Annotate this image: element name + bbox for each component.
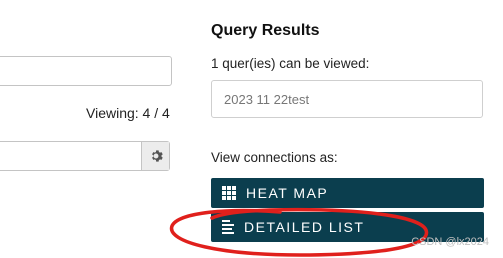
connection-selector[interactable] xyxy=(0,141,170,171)
grid-icon xyxy=(222,186,236,200)
heat-map-button[interactable]: HEAT MAP xyxy=(211,178,484,208)
heat-map-button-label: HEAT MAP xyxy=(246,185,329,201)
view-connections-label: View connections as: xyxy=(211,150,338,165)
page-root: Viewing: 4 / 4 Query Results 1 quer(ies)… xyxy=(0,0,503,258)
query-result-label: 2023 11 22test xyxy=(224,91,310,107)
filter-input[interactable] xyxy=(0,56,172,86)
query-result-item[interactable]: 2023 11 22test xyxy=(211,80,483,118)
viewing-count: Viewing: 4 / 4 xyxy=(86,105,170,121)
gear-icon xyxy=(151,150,163,162)
query-results-title: Query Results xyxy=(211,22,320,39)
detailed-list-button-label: DETAILED LIST xyxy=(244,219,365,235)
settings-button[interactable] xyxy=(141,142,169,170)
list-icon xyxy=(222,220,234,234)
watermark: CSDN @lx2024 xyxy=(411,236,489,248)
query-count-text: 1 quer(ies) can be viewed: xyxy=(211,56,370,71)
